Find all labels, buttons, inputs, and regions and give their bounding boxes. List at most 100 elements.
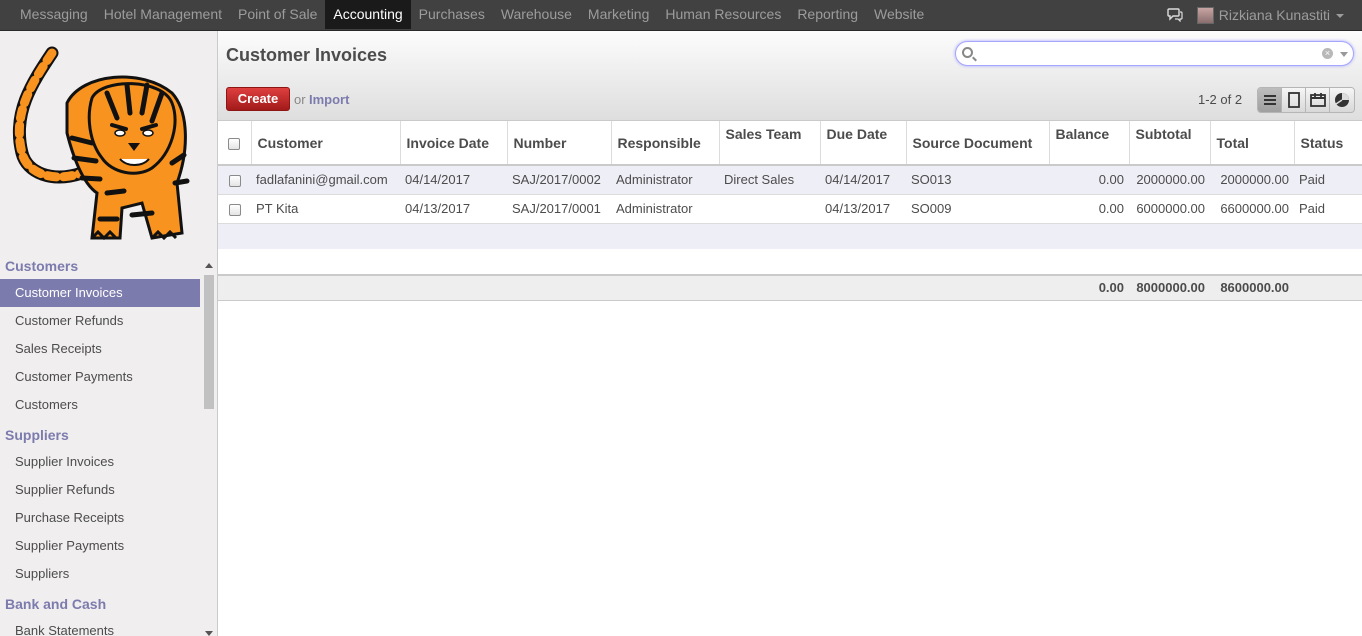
cell-responsible: Administrator bbox=[611, 165, 719, 195]
chat-icon[interactable] bbox=[1167, 8, 1183, 23]
sidebar-menu: Customers Customer Invoices Customer Ref… bbox=[0, 253, 200, 636]
menu-reporting[interactable]: Reporting bbox=[789, 0, 866, 29]
graph-view-icon[interactable] bbox=[1330, 88, 1354, 112]
sidebar-item-supplier-payments[interactable]: Supplier Payments bbox=[0, 532, 200, 560]
view-switcher bbox=[1257, 87, 1355, 113]
sidebar-item-customer-invoices[interactable]: Customer Invoices bbox=[0, 279, 200, 307]
cell-subtotal: 2000000.00 bbox=[1129, 165, 1210, 195]
row-checkbox[interactable] bbox=[228, 203, 241, 216]
row-checkbox[interactable] bbox=[228, 174, 241, 187]
sidebar-item-supplier-invoices[interactable]: Supplier Invoices bbox=[0, 448, 200, 476]
cell-status: Paid bbox=[1294, 194, 1362, 224]
cell-sales-team: Direct Sales bbox=[719, 165, 820, 195]
col-number[interactable]: Number bbox=[507, 121, 612, 166]
search-icon bbox=[962, 47, 973, 58]
total-total: 8600000.00 bbox=[1210, 275, 1294, 301]
col-invoice-date[interactable]: Invoice Date bbox=[400, 121, 508, 166]
table-row[interactable]: fadlafanini@gmail.com 04/14/2017 SAJ/201… bbox=[218, 165, 1362, 195]
or-label: or bbox=[294, 92, 306, 107]
invoice-table: Customer Invoice Date Number Responsible… bbox=[218, 121, 1362, 301]
main-content: Customer Invoices × Create or Import 1-2… bbox=[218, 31, 1362, 636]
col-source-document[interactable]: Source Document bbox=[906, 121, 1050, 166]
search-box[interactable]: × bbox=[955, 41, 1354, 66]
empty-row bbox=[218, 249, 1362, 276]
cell-invoice-date: 04/14/2017 bbox=[400, 165, 507, 195]
control-panel: Customer Invoices × Create or Import 1-2… bbox=[218, 31, 1362, 121]
sidebar-item-customer-refunds[interactable]: Customer Refunds bbox=[0, 307, 200, 335]
col-due-date[interactable]: Due Date bbox=[820, 121, 907, 166]
search-options-icon[interactable] bbox=[1340, 52, 1348, 57]
menu-point-of-sale[interactable]: Point of Sale bbox=[230, 0, 325, 29]
table-header: Customer Invoice Date Number Responsible… bbox=[218, 121, 1362, 166]
col-subtotal[interactable]: Subtotal bbox=[1129, 121, 1211, 166]
menu-messaging[interactable]: Messaging bbox=[12, 0, 96, 29]
cell-responsible: Administrator bbox=[611, 194, 719, 224]
sidebar-item-bank-statements[interactable]: Bank Statements bbox=[0, 617, 200, 636]
cell-balance: 0.00 bbox=[1049, 194, 1129, 224]
menu-hotel-management[interactable]: Hotel Management bbox=[96, 0, 230, 29]
app-menu: Messaging Hotel Management Point of Sale… bbox=[12, 0, 932, 30]
cell-due-date: 04/14/2017 bbox=[820, 165, 906, 195]
total-balance: 0.00 bbox=[1049, 275, 1129, 301]
calendar-view-icon[interactable] bbox=[1306, 88, 1330, 112]
user-area: Rizkiana Kunastiti bbox=[1167, 0, 1344, 30]
menu-website[interactable]: Website bbox=[866, 0, 932, 29]
sidebar-item-sales-receipts[interactable]: Sales Receipts bbox=[0, 335, 200, 363]
sidebar-item-supplier-refunds[interactable]: Supplier Refunds bbox=[0, 476, 200, 504]
section-bank-and-cash: Bank and Cash bbox=[5, 596, 107, 612]
empty-row bbox=[218, 223, 1362, 249]
cell-source-document: SO013 bbox=[906, 165, 1049, 195]
tiger-logo bbox=[12, 46, 190, 241]
list-view-icon[interactable] bbox=[1258, 88, 1282, 112]
sidebar-item-suppliers[interactable]: Suppliers bbox=[0, 560, 200, 588]
col-status[interactable]: Status bbox=[1294, 121, 1362, 166]
totals-row: 0.00 8000000.00 8600000.00 bbox=[218, 275, 1362, 301]
cell-total: 6600000.00 bbox=[1210, 194, 1294, 224]
col-total[interactable]: Total bbox=[1210, 121, 1295, 166]
scroll-thumb[interactable] bbox=[204, 275, 214, 409]
pager[interactable]: 1-2 of 2 bbox=[1198, 92, 1242, 107]
page-title: Customer Invoices bbox=[226, 45, 388, 65]
menu-warehouse[interactable]: Warehouse bbox=[493, 0, 580, 29]
total-subtotal: 8000000.00 bbox=[1129, 275, 1210, 301]
cell-due-date: 04/13/2017 bbox=[820, 194, 906, 224]
sidebar-item-customer-payments[interactable]: Customer Payments bbox=[0, 363, 200, 391]
table-row[interactable]: PT Kita 04/13/2017 SAJ/2017/0001 Adminis… bbox=[218, 194, 1362, 224]
clear-icon[interactable]: × bbox=[1322, 48, 1333, 59]
cell-customer: PT Kita bbox=[251, 194, 400, 224]
top-navbar: Messaging Hotel Management Point of Sale… bbox=[0, 0, 1362, 31]
cell-number: SAJ/2017/0002 bbox=[507, 165, 611, 195]
create-button[interactable]: Create bbox=[226, 87, 290, 111]
import-link[interactable]: Import bbox=[309, 92, 349, 107]
scroll-down-icon[interactable] bbox=[205, 631, 213, 636]
section-customers: Customers bbox=[5, 258, 79, 274]
form-view-icon[interactable] bbox=[1282, 88, 1306, 112]
row-select-cell bbox=[218, 194, 251, 224]
sidebar-item-purchase-receipts[interactable]: Purchase Receipts bbox=[0, 504, 200, 532]
row-select-cell bbox=[218, 165, 251, 195]
cell-number: SAJ/2017/0001 bbox=[507, 194, 611, 224]
sidebar-item-customers[interactable]: Customers bbox=[0, 391, 200, 419]
user-name[interactable]: Rizkiana Kunastiti bbox=[1219, 7, 1330, 23]
sidebar-scrollbar[interactable] bbox=[202, 261, 216, 636]
scroll-up-icon[interactable] bbox=[205, 263, 213, 268]
select-all-cell bbox=[218, 121, 252, 166]
search-input[interactable] bbox=[976, 45, 1316, 62]
menu-accounting[interactable]: Accounting bbox=[325, 0, 411, 29]
cell-source-document: SO009 bbox=[906, 194, 1049, 224]
menu-marketing[interactable]: Marketing bbox=[580, 0, 657, 29]
section-suppliers: Suppliers bbox=[5, 427, 69, 443]
col-sales-team[interactable]: Sales Team bbox=[719, 121, 821, 166]
cell-status: Paid bbox=[1294, 165, 1362, 195]
select-all-checkbox[interactable] bbox=[228, 137, 241, 150]
chevron-down-icon[interactable] bbox=[1336, 14, 1344, 18]
cell-customer: fadlafanini@gmail.com bbox=[251, 165, 400, 195]
cell-total: 2000000.00 bbox=[1210, 165, 1294, 195]
col-responsible[interactable]: Responsible bbox=[611, 121, 720, 166]
col-balance[interactable]: Balance bbox=[1049, 121, 1130, 166]
avatar[interactable] bbox=[1196, 6, 1214, 24]
menu-human-resources[interactable]: Human Resources bbox=[657, 0, 789, 29]
cell-sales-team bbox=[719, 194, 820, 224]
menu-purchases[interactable]: Purchases bbox=[411, 0, 493, 29]
col-customer[interactable]: Customer bbox=[251, 121, 401, 166]
